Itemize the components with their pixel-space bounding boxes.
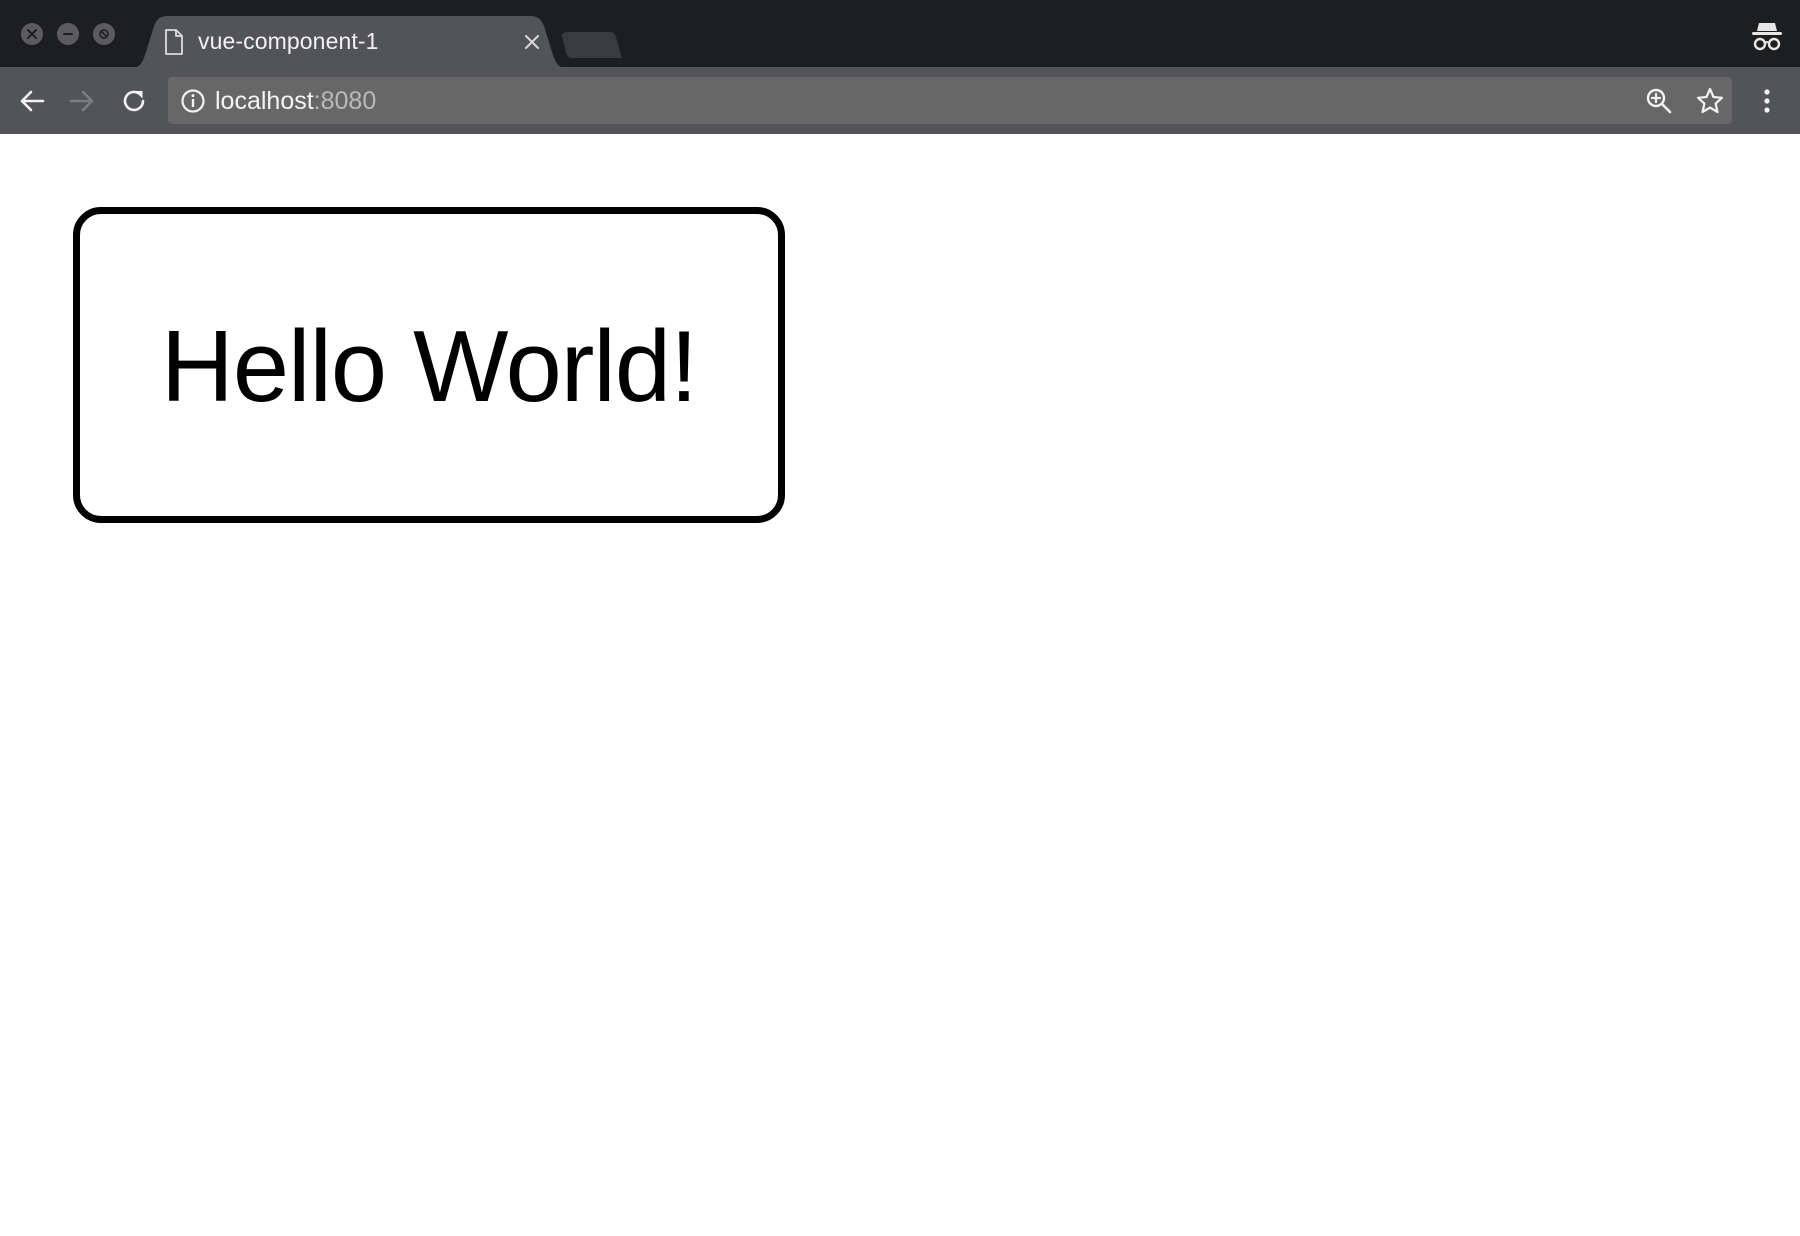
bookmark-star-icon[interactable] — [1695, 86, 1725, 116]
browser-toolbar: localhost:8080 — [0, 67, 1800, 134]
browser-window: vue-component-1 localhost:8080 Hello Wor… — [0, 0, 1800, 1236]
arrow-right-icon — [69, 90, 94, 112]
hello-world-component: Hello World! — [73, 207, 785, 523]
new-tab-button[interactable] — [562, 32, 622, 58]
back-button[interactable] — [15, 84, 49, 118]
incognito-icon — [1752, 23, 1782, 51]
tab-close-button[interactable] — [520, 30, 544, 54]
close-icon — [525, 35, 539, 49]
browser-menu-button[interactable] — [1755, 84, 1779, 118]
more-vertical-icon — [1764, 89, 1770, 113]
tab-strip: vue-component-1 — [0, 0, 1800, 68]
window-fullscreen-button[interactable] — [93, 23, 115, 45]
url-text: localhost:8080 — [215, 87, 376, 116]
arrow-left-icon — [20, 90, 45, 112]
close-icon — [27, 29, 37, 39]
url-port: :8080 — [313, 87, 377, 115]
window-close-button[interactable] — [21, 23, 43, 45]
forward-button[interactable] — [65, 84, 99, 118]
reload-button[interactable] — [117, 84, 151, 118]
tab-title: vue-component-1 — [198, 28, 379, 54]
window-minimize-button[interactable] — [57, 23, 79, 45]
tab-vue-component[interactable]: vue-component-1 — [130, 16, 568, 68]
page-viewport: Hello World! — [0, 134, 1800, 1236]
file-icon — [165, 29, 183, 55]
url-host: localhost — [215, 87, 314, 115]
reload-icon — [123, 90, 145, 112]
info-icon[interactable] — [180, 88, 206, 114]
address-bar[interactable]: localhost:8080 — [168, 77, 1732, 124]
zoom-icon[interactable] — [1645, 87, 1673, 115]
hello-world-text: Hello World! — [160, 310, 698, 423]
fullscreen-icon — [99, 29, 109, 39]
minimize-icon — [63, 33, 73, 35]
